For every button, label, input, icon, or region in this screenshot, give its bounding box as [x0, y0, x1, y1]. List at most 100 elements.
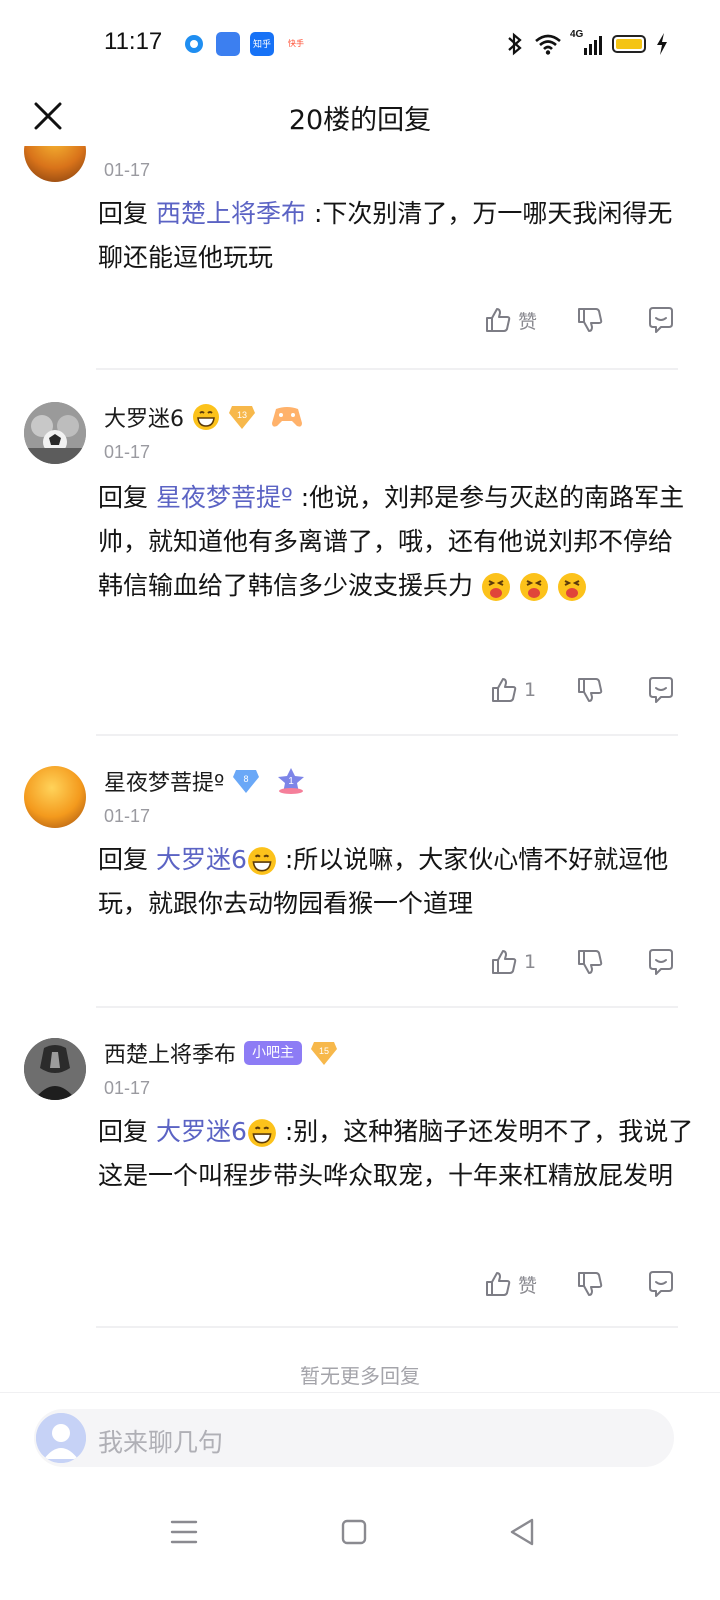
thumbs-up-icon: [492, 950, 517, 974]
avatar[interactable]: [24, 146, 86, 182]
gamepad-icon: [272, 407, 302, 427]
mention-name: 大罗迷6: [155, 845, 247, 874]
comment-button[interactable]: [646, 1264, 676, 1304]
comment-input[interactable]: 我来聊几句: [34, 1409, 674, 1467]
like-button[interactable]: 1: [490, 670, 536, 710]
reply-actions: 赞: [0, 300, 720, 340]
thumbs-down-icon: [578, 1272, 603, 1296]
divider: [96, 368, 678, 370]
reply-content[interactable]: 回复 西楚上将季布 :下次别清了，万一哪天我闲得无聊还能逗他玩玩: [98, 192, 694, 280]
username[interactable]: 西楚上将季布: [104, 1037, 236, 1069]
reply-item: 01-17 回复 西楚上将季布 :下次别清了，万一哪天我闲得无聊还能逗他玩玩 赞: [0, 146, 720, 372]
reply-content[interactable]: 回复 大罗迷6 :所以说嘛，大家伙心情不好就逗他玩，就跟你去动物园看猴一个道理: [98, 838, 694, 926]
like-count: 1: [524, 679, 537, 701]
divider: [96, 1326, 678, 1328]
mention-link[interactable]: 星夜梦菩提º: [156, 483, 293, 512]
dislike-button[interactable]: [576, 300, 604, 340]
reply-prefix: 回复: [98, 199, 149, 228]
status-bar: 11:17 知乎 快手 4G: [0, 0, 720, 90]
comment-input-bar: 我来聊几句: [0, 1392, 720, 1482]
like-label: 赞: [518, 1274, 538, 1297]
comment-icon: [649, 307, 673, 333]
username[interactable]: 大罗迷6: [104, 401, 184, 433]
reply-content[interactable]: 回复 大罗迷6 :别，这种猪脑子还发明不了，我说了这是一个叫程步带头哗众取宠，十…: [98, 1110, 694, 1198]
thumbs-down-icon: [578, 308, 603, 332]
reply-actions: 1: [0, 942, 720, 982]
menu-icon: [170, 1520, 198, 1544]
home-button[interactable]: [334, 1512, 374, 1552]
like-button[interactable]: 1: [490, 942, 536, 982]
no-more-replies: 暂无更多回复: [300, 1364, 420, 1388]
like-button[interactable]: 赞: [484, 1264, 537, 1304]
reply-item: 大罗迷6 13 01-17 回复 星夜梦菩提º :他说，刘邦是参与灭赵的南路军主…: [0, 372, 720, 736]
rank-badge: 1: [276, 767, 306, 795]
reply-prefix: 回复: [98, 1117, 149, 1146]
thumbs-up-icon: [492, 678, 517, 702]
username-row: 西楚上将季布 小吧主 15: [104, 1036, 338, 1070]
username-row: 大罗迷6 13: [104, 400, 304, 434]
reply-item: 西楚上将季布 小吧主 15 01-17 回复 大罗迷6 :别，这种猪脑子还发明不…: [0, 1008, 720, 1328]
comment-placeholder: 我来聊几句: [98, 1428, 224, 1457]
status-time: 11:17: [104, 28, 163, 55]
back-button[interactable]: [502, 1512, 542, 1552]
mention-link[interactable]: 西楚上将季布: [156, 199, 306, 228]
avatar[interactable]: [24, 1038, 86, 1100]
system-nav-bar: [0, 1482, 720, 1600]
reply-date: 01-17: [104, 160, 151, 180]
mention-link[interactable]: 大罗迷6: [155, 1117, 277, 1147]
reply-content[interactable]: 回复 星夜梦菩提º :他说，刘邦是参与灭赵的南路军主帅，就知道他有多离谱了，哦，…: [98, 476, 694, 608]
charging-icon: [657, 33, 667, 55]
username[interactable]: 星夜梦菩提º: [104, 765, 224, 797]
comment-button[interactable]: [646, 670, 676, 710]
level-badge: 8: [232, 768, 260, 794]
moderator-badge: 小吧主: [244, 1041, 303, 1065]
like-count: 1: [524, 951, 537, 973]
rank-number: 1: [289, 776, 295, 787]
user-avatar: [36, 1413, 86, 1463]
like-button[interactable]: 赞: [484, 300, 537, 340]
signal-icon: 4G: [570, 29, 602, 55]
level-number: 13: [237, 410, 247, 420]
reply-actions: 赞: [0, 1264, 720, 1304]
comment-icon: [649, 949, 673, 975]
mention-name: 大罗迷6: [155, 1117, 247, 1146]
comment-icon: [649, 677, 673, 703]
menu-button[interactable]: [164, 1512, 204, 1552]
wifi-icon: [535, 34, 561, 55]
reply-date: 01-17: [104, 442, 151, 462]
avatar[interactable]: [24, 766, 86, 828]
reply-prefix: 回复: [98, 845, 149, 874]
thumbs-down-icon: [578, 950, 603, 974]
like-label: 赞: [518, 310, 538, 333]
bluetooth-icon: [508, 32, 522, 56]
header: 20楼的回复: [0, 90, 720, 146]
avatar[interactable]: [24, 402, 86, 464]
reply-item: 星夜梦菩提º 8 1 01-17 回复 大罗迷6 :所以说嘛，大家伙心情不好就逗…: [0, 736, 720, 1008]
app-notification-icon: [182, 32, 206, 56]
grin-emoji-icon: [247, 1119, 276, 1147]
reply-list[interactable]: 01-17 回复 西楚上将季布 :下次别清了，万一哪天我闲得无聊还能逗他玩玩 赞…: [0, 146, 720, 1416]
laugh-emoji-icon: [557, 573, 586, 601]
battery-icon: [612, 35, 646, 53]
dislike-button[interactable]: [576, 1264, 604, 1304]
thumbs-up-icon: [486, 1272, 511, 1296]
comment-button[interactable]: [646, 942, 676, 982]
mention-link[interactable]: 大罗迷6: [155, 845, 277, 875]
comment-icon: [649, 1271, 673, 1297]
reply-actions: 1: [0, 670, 720, 710]
level-number: 8: [244, 774, 249, 784]
dislike-button[interactable]: [576, 942, 604, 982]
laugh-emoji-icon: [519, 573, 548, 601]
username-row: 星夜梦菩提º 8 1: [104, 764, 306, 798]
grin-emoji-icon: [247, 847, 276, 875]
grin-emoji-icon: [193, 404, 219, 430]
comment-button[interactable]: [646, 300, 676, 340]
level-badge: 13: [228, 404, 256, 430]
level-number: 15: [319, 1046, 329, 1056]
dislike-button[interactable]: [576, 670, 604, 710]
reply-date: 01-17: [104, 806, 151, 826]
kuaishou-notification-icon: 快手: [284, 32, 308, 56]
thumbs-down-icon: [578, 678, 603, 702]
system-icons: 4G: [506, 29, 668, 58]
news-notification-icon: [216, 32, 240, 56]
